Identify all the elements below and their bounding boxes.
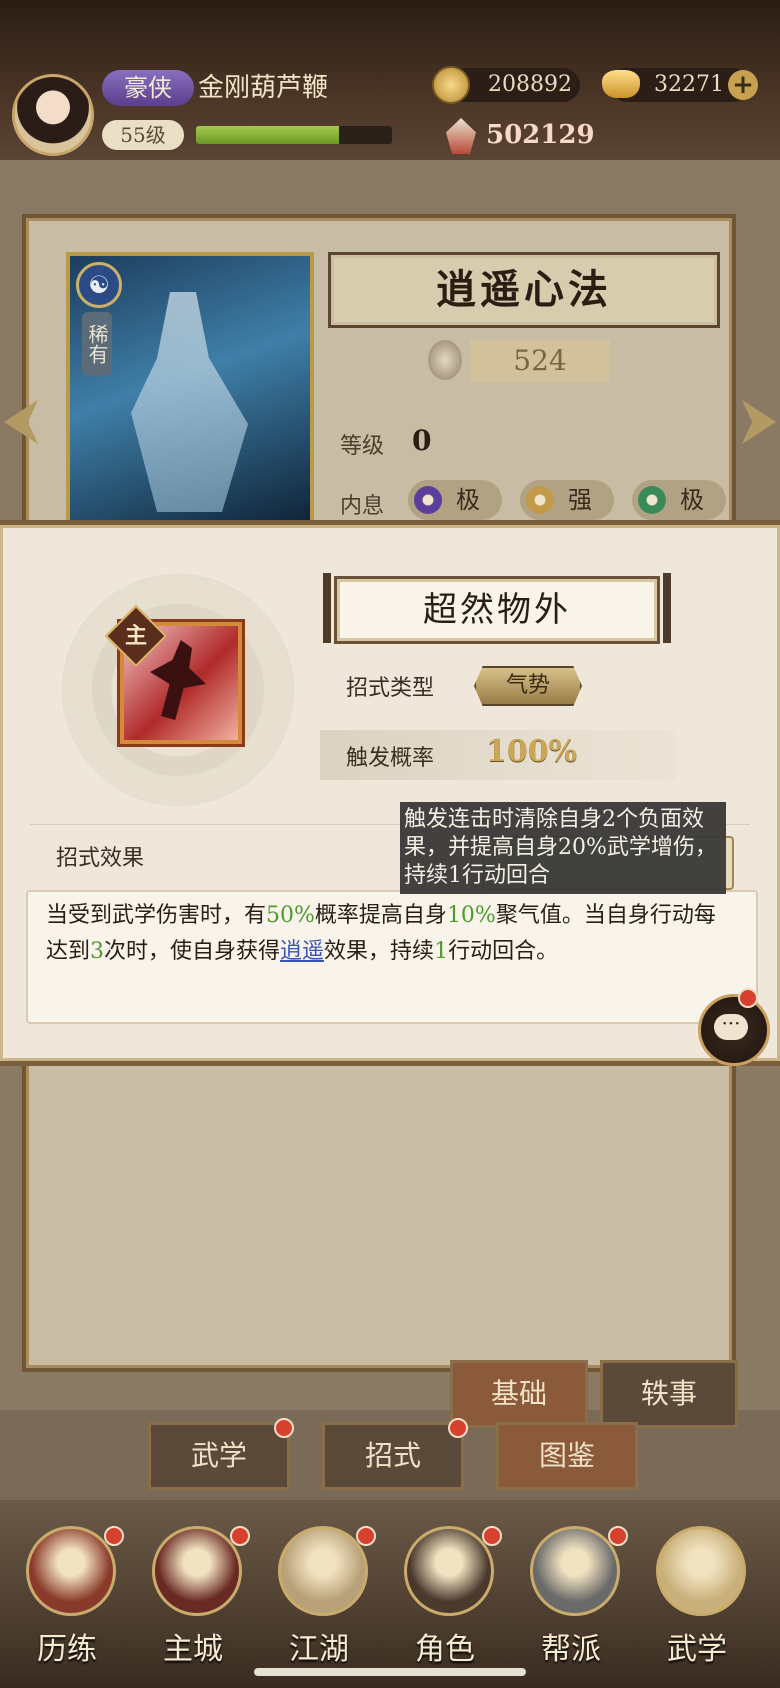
neixi-grade: 强 xyxy=(568,486,592,514)
bottom-nav-item-2[interactable]: 主城 xyxy=(138,1526,250,1676)
player-title-badge: 豪侠 xyxy=(102,70,194,106)
bottom-nav-label: 武学 xyxy=(667,1632,727,1667)
bottom-nav-icon xyxy=(656,1526,746,1616)
bottom-nav-label: 主城 xyxy=(163,1632,223,1667)
yin-yang-icon: ☯ xyxy=(76,262,122,308)
neixi-orb-icon xyxy=(526,486,554,514)
add-ingot-button[interactable]: + xyxy=(728,70,758,100)
effect-text: 行动回合。 xyxy=(448,939,559,964)
rarity-tag: 稀有 xyxy=(82,312,112,376)
neixi-orb-icon xyxy=(414,486,442,514)
neixi-grade: 极 xyxy=(680,486,704,514)
notification-dot xyxy=(230,1526,250,1546)
notification-dot xyxy=(738,988,758,1008)
bottom-nav-icon xyxy=(404,1526,494,1616)
bottom-nav-label: 历练 xyxy=(37,1632,97,1667)
trigger-rate-label: 触发概率 xyxy=(346,746,435,771)
combat-power-value: 502129 xyxy=(486,120,595,150)
effect-highlight: 3 xyxy=(90,939,105,964)
effect-text: 次时，使自身获得 xyxy=(104,939,281,964)
bottom-nav-icon xyxy=(152,1526,242,1616)
notification-dot xyxy=(482,1526,502,1546)
bottom-nav-item-1[interactable]: 历练 xyxy=(12,1526,124,1676)
art-power-icon xyxy=(428,340,462,380)
bottom-nav-item-3[interactable]: 江湖 xyxy=(264,1526,376,1676)
skill-type-tag: 气势 xyxy=(474,666,582,706)
xiaoyao-effect-link[interactable]: 逍遥 xyxy=(280,939,324,964)
player-avatar[interactable] xyxy=(12,74,94,156)
effect-highlight: 50% xyxy=(266,903,315,928)
neixi-slot-3[interactable]: 极 xyxy=(632,480,726,520)
skill-type-label: 招式类型 xyxy=(346,676,435,701)
notification-dot xyxy=(356,1526,376,1546)
art-title: 逍遥心法 xyxy=(436,266,612,313)
effect-highlight: 10% xyxy=(446,903,496,928)
art-level-label: 等级 xyxy=(340,434,385,459)
effect-text: 概率提高自身 xyxy=(314,903,447,928)
ingot-value: 32271 xyxy=(654,72,724,97)
chat-bubble-icon: ··· xyxy=(714,1013,748,1040)
notification-dot xyxy=(608,1526,628,1546)
bottom-nav-icon xyxy=(26,1526,116,1616)
effect-text: 效果，持续 xyxy=(324,939,435,964)
bottom-nav-item-6[interactable]: 武学 xyxy=(642,1526,752,1676)
ingot-icon xyxy=(602,70,640,98)
coin-value: 208892 xyxy=(488,72,572,97)
bottom-nav-label: 角色 xyxy=(415,1632,475,1667)
bottom-nav-item-5[interactable]: 帮派 xyxy=(516,1526,628,1676)
effect-tooltip: 触发连击时清除自身2个负面效果，并提高自身20%武学增伤，持续1行动回合 xyxy=(400,802,726,894)
tab-moves[interactable]: 招式 xyxy=(322,1422,464,1490)
trigger-rate-value: 100% xyxy=(486,734,578,769)
effect-description: 当受到武学伤害时，有50%概率提高自身10%聚气值。当自身行动每达到3次时，使自… xyxy=(46,898,736,970)
art-power-value: 524 xyxy=(470,340,610,382)
coin-icon xyxy=(432,66,470,104)
exp-progress-bar xyxy=(196,126,392,144)
bottom-nav-icon xyxy=(530,1526,620,1616)
tab-basic[interactable]: 基础 xyxy=(450,1360,588,1428)
player-level: 55级 xyxy=(102,120,184,150)
neixi-orb-icon xyxy=(638,486,666,514)
neixi-slot-2[interactable]: 强 xyxy=(520,480,614,520)
player-name: 金刚葫芦鞭 xyxy=(198,73,329,103)
main-skill-badge-label: 主 xyxy=(124,623,147,649)
neixi-grade: 极 xyxy=(456,486,480,514)
bottom-nav-icon xyxy=(278,1526,368,1616)
notification-dot xyxy=(104,1526,124,1546)
art-level-value: 0 xyxy=(412,424,432,457)
tab-wuxue[interactable]: 武学 xyxy=(148,1422,290,1490)
bottom-nav-label: 帮派 xyxy=(541,1632,601,1667)
bottom-nav-item-4[interactable]: 角色 xyxy=(390,1526,502,1676)
notification-dot xyxy=(448,1418,468,1438)
bottom-nav-label: 江湖 xyxy=(289,1632,349,1667)
neixi-label: 内息 xyxy=(340,494,385,519)
neixi-slot-1[interactable]: 极 xyxy=(408,480,502,520)
skill-name: 超然物外 xyxy=(423,590,571,630)
effect-highlight: 1 xyxy=(434,939,449,964)
notification-dot xyxy=(274,1418,294,1438)
exp-progress-fill xyxy=(196,126,340,144)
tab-codex[interactable]: 图鉴 xyxy=(496,1422,638,1490)
effect-text: 当受到武学伤害时，有 xyxy=(46,903,267,928)
effect-title: 招式效果 xyxy=(56,846,145,871)
tab-story[interactable]: 轶事 xyxy=(600,1360,738,1428)
home-indicator xyxy=(254,1668,526,1676)
